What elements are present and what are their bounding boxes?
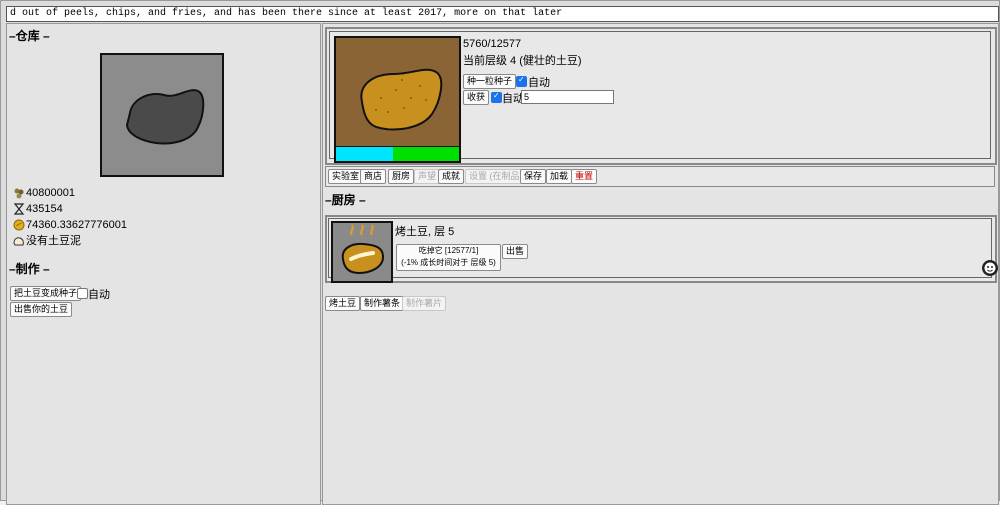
sell-potatoes-button[interactable]: 出售你的土豆 [10,302,73,317]
baked-potato-image [331,221,393,283]
coin-icon [13,219,25,231]
tab-7[interactable]: 加载 [546,169,573,184]
harvest-button[interactable]: 收获 [463,90,490,105]
harvest-amount-input[interactable] [521,90,614,104]
eat-button-line2: (-1% 成长时间对于 层级 5) [401,258,496,267]
eat-button-line1: 吃掉它 [12577/1] [418,246,479,255]
kitchen-section: 烤土豆, 层 5 吃掉它 [12577/1] (-1% 成长时间对于 层级 5)… [325,215,997,283]
tab-2[interactable]: 厨房 [388,169,415,184]
tab-bar: 实验室 商店 厨房 声望 成就 设置 (在制品) 保存 加载 重置 [325,166,995,187]
plant-seed-button[interactable]: 种一粒种子 [463,74,517,89]
tab-3[interactable]: 声望 [414,169,441,184]
time-count: 435154 [26,203,63,215]
recipe-button-0[interactable]: 烤土豆 [325,296,361,311]
kitchen-inner: 烤土豆, 层 5 吃掉它 [12577/1] (-1% 成长时间对于 层级 5)… [328,218,992,283]
resource-seeds: 40800001 [13,186,75,200]
tab-1[interactable]: 商店 [360,169,387,184]
stone-potato-icon [125,89,205,145]
stored-potato-image [100,53,224,177]
growth-progress-fill [336,147,393,161]
tab-6[interactable]: 保存 [520,169,547,184]
potato-icon [360,68,443,131]
recipe-button-1[interactable]: 制作薯条 [360,296,405,311]
plant-auto-checkbox[interactable] [516,75,527,87]
kitchen-item-title: 烤土豆, 层 5 [395,226,455,238]
growth-progress-bar [336,146,459,161]
convert-auto-label: 自动 [88,289,110,301]
seeds-count: 40800001 [26,187,75,199]
field-inner: 5760/12577 当前层级 4 (健壮的土豆) 种一粒种子 自动 收获 自动 [329,31,991,163]
baked-potato-icon [341,224,385,275]
mash-status: 没有土豆泥 [26,235,81,247]
tab-4[interactable]: 成就 [438,169,465,184]
current-tier-text: 当前层级 4 (健壮的土豆) [463,55,582,67]
chat-bubble-icon[interactable] [982,260,998,276]
tab-8[interactable]: 重置 [571,169,598,184]
hourglass-icon [13,203,25,215]
tab-5[interactable]: 设置 (在制品) [465,169,527,184]
mash-icon [13,237,24,246]
plant-auto-label: 自动 [528,77,550,89]
resource-mash: 没有土豆泥 [13,234,81,248]
seeds-icon [14,188,24,199]
resource-coins: 74360.33627776001 [13,218,127,232]
potato-field-image [334,36,461,163]
warehouse-title: –仓库 – [9,29,50,43]
kitchen-title: –厨房 – [325,193,366,207]
eat-button[interactable]: 吃掉它 [12577/1] (-1% 成长时间对于 层级 5) [396,244,501,271]
warehouse-panel: –仓库 – 40800001 435154 74360.33627776001 … [6,23,321,505]
main-panel: 5760/12577 当前层级 4 (健壮的土豆) 种一粒种子 自动 收获 自动… [322,23,999,505]
kitchen-sell-button[interactable]: 出售 [502,244,529,259]
resource-time: 435154 [13,202,63,216]
convert-to-seeds-button[interactable]: 把土豆变成种子 [10,286,82,301]
convert-auto-checkbox[interactable] [77,288,88,299]
crafting-title: –制作 – [9,262,50,276]
harvest-auto-checkbox[interactable] [491,91,502,103]
recipe-button-2[interactable]: 制作薯片 [402,296,447,311]
coin-count: 74360.33627776001 [26,219,127,231]
news-ticker: d out of peels, chips, and fries, and ha… [6,6,999,22]
growth-progress-text: 5760/12577 [463,38,522,50]
field-section: 5760/12577 当前层级 4 (健壮的土豆) 种一粒种子 自动 收获 自动 [325,27,997,165]
tab-0[interactable]: 实验室 [328,169,364,184]
